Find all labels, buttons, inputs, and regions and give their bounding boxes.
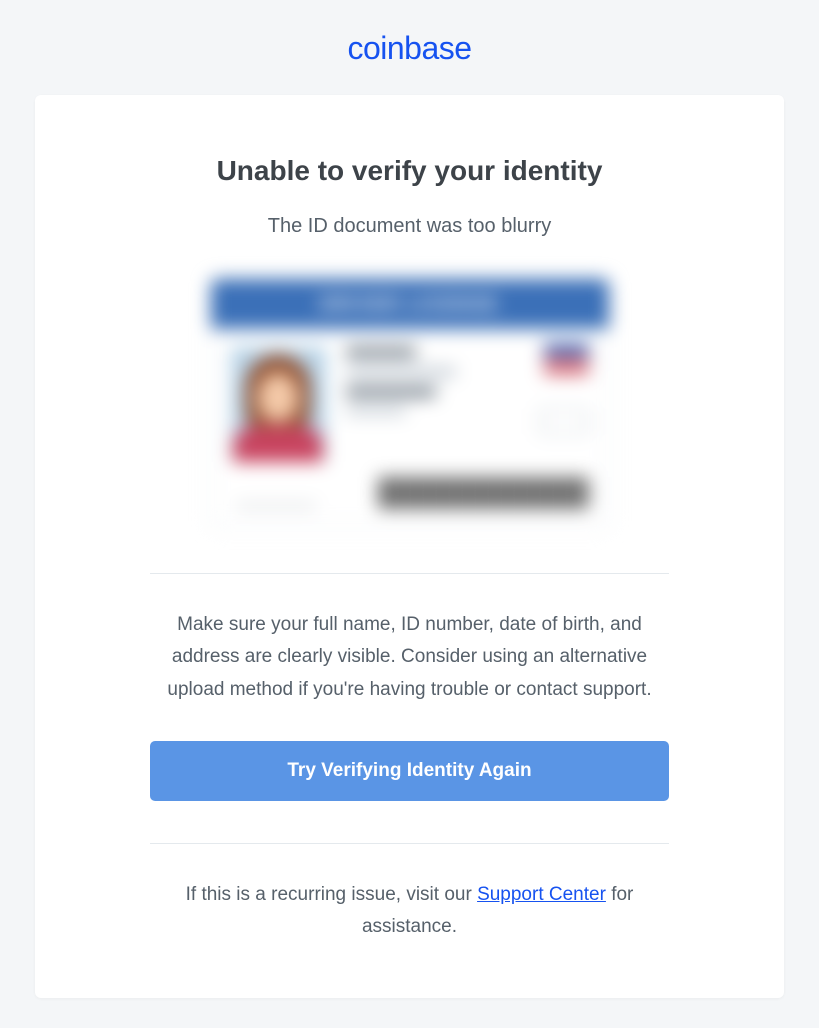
id-signature [236,487,316,507]
id-photo [231,347,326,462]
coinbase-logo: coinbase [347,30,471,66]
divider [150,843,669,844]
main-card: Unable to verify your identity The ID do… [35,95,784,998]
footer-prefix: If this is a recurring issue, visit our [186,884,477,905]
id-box [539,409,589,434]
id-flag-icon [544,344,589,374]
page-subheading: The ID document was too blurry [150,215,669,238]
page-heading: Unable to verify your identity [150,155,669,187]
id-card-header-text: DRIVER LICENSE [320,294,499,315]
footer-text: If this is a recurring issue, visit our … [150,879,669,944]
id-card-header: DRIVER LICENSE [211,279,609,329]
logo-container: coinbase [35,30,784,67]
id-card-graphic: DRIVER LICENSE [210,278,610,528]
try-again-button[interactable]: Try Verifying Identity Again [150,741,669,801]
support-center-link[interactable]: Support Center [477,884,606,905]
divider [150,573,669,574]
id-illustration: DRIVER LICENSE [210,278,610,528]
instruction-text: Make sure your full name, ID number, dat… [150,609,669,706]
id-barcode [379,477,589,509]
